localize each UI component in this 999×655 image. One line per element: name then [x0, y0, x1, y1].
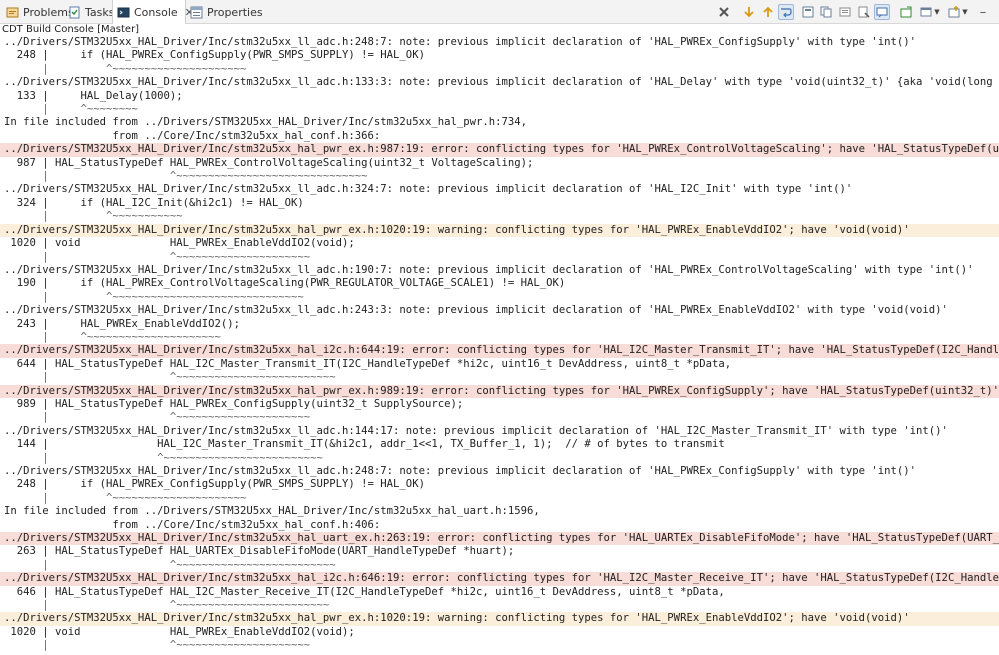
error-line: ../Drivers/STM32U5xx_HAL_Driver/Inc/stm3…: [0, 143, 999, 156]
tasks-icon: [68, 6, 81, 19]
console-line: ../Drivers/STM32U5xx_HAL_Driver/Inc/stm3…: [0, 465, 999, 478]
chevron-down-icon[interactable]: ▼: [960, 4, 970, 20]
console-line: 989 | HAL_StatusTypeDef HAL_PWREx_Config…: [0, 398, 999, 411]
console-line: | ^~~~~~~~~~~~~~~~~~~~~~: [0, 492, 999, 505]
console-line: 248 | if (HAL_PWREx_ConfigSupply(PWR_SMP…: [0, 478, 999, 491]
view-tab-bar: Problems Tasks Console ✕ Properties ▼ ▼ …: [0, 0, 999, 24]
console-line: | ^~~~~~~~~~~~~~~~~~~~~~~~~~: [0, 452, 999, 465]
console-line: | ^~~~~~~~~~~~~~~~~~~~~~~~~~~~~~~: [0, 170, 999, 183]
console-title: CDT Build Console [Master]: [0, 24, 999, 36]
console-line: | ^~~~~~~~~~~~~~~~~~~~~~: [0, 251, 999, 264]
minimize-icon[interactable]: –: [975, 4, 991, 20]
console-line: | ^~~~~~~~~~~~~~~~~~~~~~: [0, 411, 999, 424]
console-line: | ^~~~~~~~~~~~~~~~~~~~~~~~~~~~~~~: [0, 291, 999, 304]
console-line: | ^~~~~~~~~~~~: [0, 210, 999, 223]
console-line: 133 | HAL_Delay(1000);: [0, 90, 999, 103]
console-line: 644 | HAL_StatusTypeDef HAL_I2C_Master_T…: [0, 358, 999, 371]
show-console-icon[interactable]: [898, 4, 914, 20]
console-line: 987 | HAL_StatusTypeDef HAL_PWREx_Contro…: [0, 157, 999, 170]
console-line: | ^~~~~~~~~: [0, 103, 999, 116]
console-line: | ^~~~~~~~~~~~~~~~~~~~~~~~~: [0, 599, 999, 612]
console-line: from ../Core/Inc/stm32u5xx_hal_conf.h:36…: [0, 130, 999, 143]
properties-icon: [190, 6, 203, 19]
error-line: ../Drivers/STM32U5xx_HAL_Driver/Inc/stm3…: [0, 344, 999, 357]
warning-line: ../Drivers/STM32U5xx_HAL_Driver/Inc/stm3…: [0, 612, 999, 625]
console-line: 1020 | void HAL_PWREx_EnableVddIO2(void)…: [0, 626, 999, 639]
error-line: ../Drivers/STM32U5xx_HAL_Driver/Inc/stm3…: [0, 385, 999, 398]
terminate-icon[interactable]: [856, 4, 872, 20]
new-window-icon[interactable]: [837, 4, 853, 20]
console-line: In file included from ../Drivers/STM32U5…: [0, 505, 999, 518]
tab-tasks-label: Tasks: [85, 6, 114, 19]
tab-problems-label: Problems: [23, 6, 74, 19]
remove-icon[interactable]: [874, 4, 890, 20]
console-line: 1020 | void HAL_PWREx_EnableVddIO2(void)…: [0, 237, 999, 250]
tab-problems[interactable]: Problems: [6, 0, 74, 24]
console-line: 263 | HAL_StatusTypeDef HAL_UARTEx_Disab…: [0, 545, 999, 558]
error-line: ../Drivers/STM32U5xx_HAL_Driver/Inc/stm3…: [0, 572, 999, 585]
console-line: | ^~~~~~~~~~~~~~~~~~~~~~: [0, 331, 999, 344]
console-line: In file included from ../Drivers/STM32U5…: [0, 116, 999, 129]
console-line: 190 | if (HAL_PWREx_ControlVoltageScalin…: [0, 277, 999, 290]
console-line: 646 | HAL_StatusTypeDef HAL_I2C_Master_R…: [0, 586, 999, 599]
word-wrap-icon[interactable]: [778, 4, 794, 20]
console-line: | ^~~~~~~~~~~~~~~~~~~~~~: [0, 639, 999, 652]
console-line: ../Drivers/STM32U5xx_HAL_Driver/Inc/stm3…: [0, 304, 999, 317]
tab-properties[interactable]: Properties: [190, 0, 263, 24]
tab-console-label: Console: [134, 6, 178, 19]
warning-line: ../Drivers/STM32U5xx_HAL_Driver/Inc/stm3…: [0, 224, 999, 237]
clear-console-icon[interactable]: [716, 4, 732, 20]
console-line: | ^~~~~~~~~~~~~~~~~~~~~~~~~~: [0, 559, 999, 572]
console-line: ../Drivers/STM32U5xx_HAL_Driver/Inc/stm3…: [0, 36, 999, 49]
console-line: from ../Core/Inc/stm32u5xx_hal_conf.h:40…: [0, 519, 999, 532]
scroll-up-icon[interactable]: [760, 4, 776, 20]
console-output[interactable]: ../Drivers/STM32U5xx_HAL_Driver/Inc/stm3…: [0, 36, 999, 655]
tab-console[interactable]: Console ✕: [112, 0, 186, 24]
console-line: | ^~~~~~~~~~~~~~~~~~~~~~~~~~: [0, 371, 999, 384]
console-icon: [117, 6, 130, 19]
tab-tasks[interactable]: Tasks: [68, 0, 114, 24]
console-line: | ^~~~~~~~~~~~~~~~~~~~~~: [0, 63, 999, 76]
scroll-down-icon[interactable]: [741, 4, 757, 20]
console-line: ../Drivers/STM32U5xx_HAL_Driver/Inc/stm3…: [0, 76, 999, 89]
problems-icon: [6, 6, 19, 19]
console-line: ../Drivers/STM32U5xx_HAL_Driver/Inc/stm3…: [0, 183, 999, 196]
console-line: ../Drivers/STM32U5xx_HAL_Driver/Inc/stm3…: [0, 425, 999, 438]
chevron-down-icon[interactable]: ▼: [932, 4, 942, 20]
copy-icon[interactable]: [818, 4, 834, 20]
console-line: ../Drivers/STM32U5xx_HAL_Driver/Inc/stm3…: [0, 264, 999, 277]
console-line: 144 | HAL_I2C_Master_Transmit_IT(&hi2c1,…: [0, 438, 999, 451]
error-line: ../Drivers/STM32U5xx_HAL_Driver/Inc/stm3…: [0, 532, 999, 545]
console-line: 324 | if (HAL_I2C_Init(&hi2c1) != HAL_OK…: [0, 197, 999, 210]
console-line: 243 | HAL_PWREx_EnableVddIO2();: [0, 318, 999, 331]
pin-console-icon[interactable]: [800, 4, 816, 20]
console-line: 248 | if (HAL_PWREx_ConfigSupply(PWR_SMP…: [0, 49, 999, 62]
tab-properties-label: Properties: [207, 6, 263, 19]
